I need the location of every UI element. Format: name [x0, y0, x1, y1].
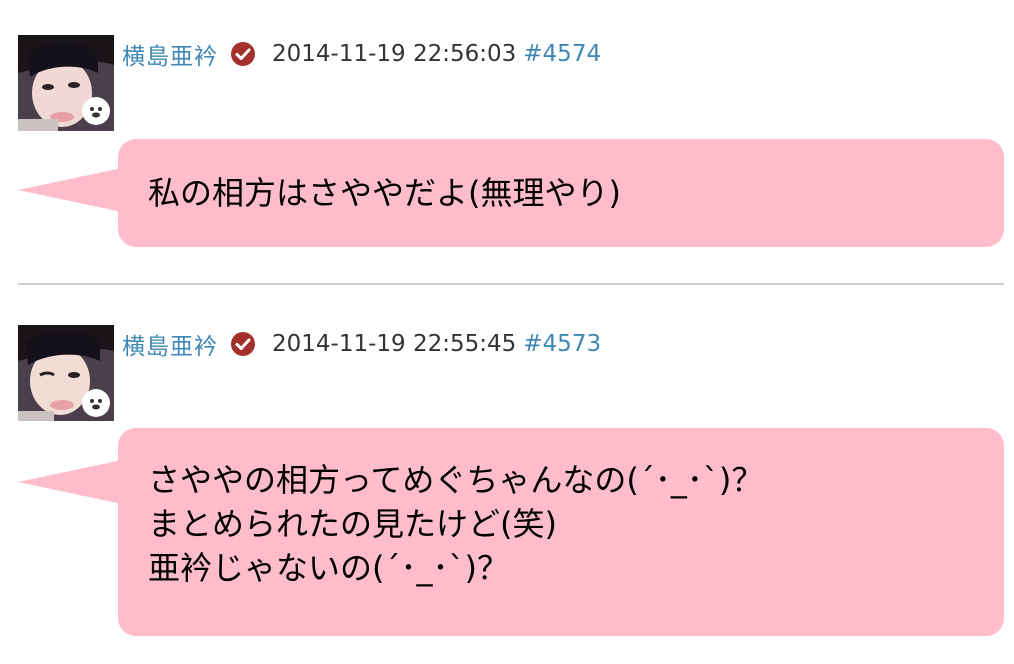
post-meta: 横島亜衿 2014-11-19 22:55:45 #4573: [122, 327, 601, 361]
author-name[interactable]: 横島亜衿: [122, 37, 218, 71]
post-timestamp: 2014-11-19 22:56:03: [272, 41, 517, 67]
post-id-link[interactable]: #4574: [523, 41, 601, 67]
post-meta: 横島亜衿 2014-11-19 22:56:03 #4574: [122, 37, 601, 71]
author-name[interactable]: 横島亜衿: [122, 327, 218, 361]
message-bubble: 私の相方はさややだよ(無理やり): [118, 139, 1004, 247]
verified-check-icon: [230, 41, 256, 67]
verified-check-icon: [230, 331, 256, 357]
bubble-tail: [18, 460, 122, 504]
post: 横島亜衿 2014-11-19 22:55:45 #4573 さややの相方ってめ…: [0, 290, 1014, 660]
bubble-tail: [18, 168, 122, 212]
message-line: まとめられたの見たけど(笑): [148, 505, 557, 543]
message-line: さややの相方ってめぐちゃんなの(´･_･`)？: [148, 461, 764, 499]
post-id-link[interactable]: #4573: [523, 331, 601, 357]
post: 横島亜衿 2014-11-19 22:56:03 #4574 私の相方はさややだ…: [0, 0, 1014, 270]
post-timestamp: 2014-11-19 22:55:45: [272, 331, 517, 357]
post-divider: [18, 283, 1004, 285]
avatar[interactable]: [18, 325, 114, 421]
avatar[interactable]: [18, 35, 114, 131]
message-feed: 横島亜衿 2014-11-19 22:56:03 #4574 私の相方はさややだ…: [0, 0, 1014, 664]
message-bubble: さややの相方ってめぐちゃんなの(´･_･`)？ まとめられたの見たけど(笑) 亜…: [118, 428, 1004, 636]
message-line: 私の相方はさややだよ(無理やり): [148, 174, 621, 212]
message-line: 亜衿じゃないの(´･_･`)？: [148, 549, 509, 587]
